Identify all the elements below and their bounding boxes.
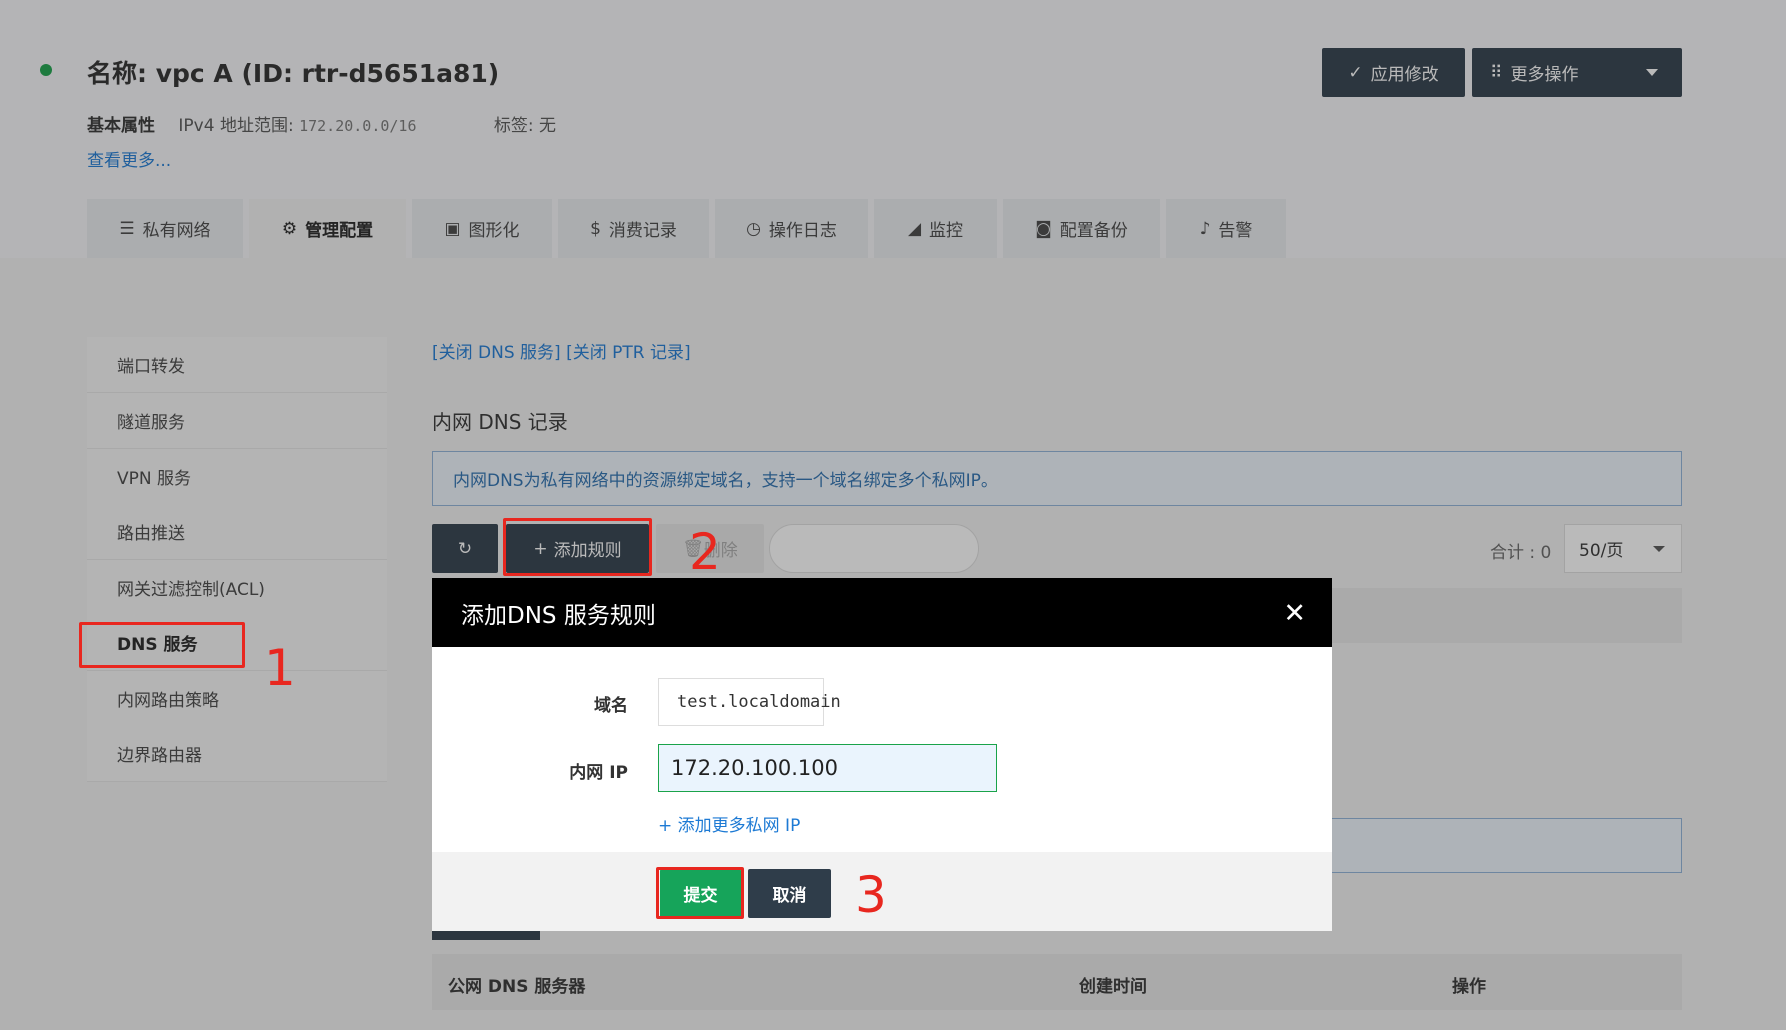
domain-input[interactable]: test.localdomain [658, 678, 841, 726]
domain-label: 域名 [594, 696, 628, 716]
annotation-number-1: 1 [264, 639, 296, 697]
annotation-box-dns [79, 622, 245, 668]
add-more-ip-label: 添加更多私网 IP [677, 816, 801, 836]
dialog-header: 添加DNS 服务规则 [432, 578, 1332, 647]
plus-icon: + [658, 816, 678, 836]
close-icon[interactable]: ✕ [1283, 598, 1306, 629]
add-more-ip-link[interactable]: + 添加更多私网 IP [658, 811, 800, 836]
cancel-button[interactable]: 取消 [748, 869, 831, 918]
private-ip-input[interactable]: 172.20.100.100 [658, 744, 997, 792]
annotation-box-submit [656, 867, 744, 919]
annotation-number-3: 3 [855, 866, 887, 924]
annotation-box-add-rule [503, 518, 652, 576]
annotation-number-2: 2 [689, 523, 721, 581]
dialog-title: 添加DNS 服务规则 [461, 602, 656, 629]
private-ip-label: 内网 IP [569, 763, 628, 783]
